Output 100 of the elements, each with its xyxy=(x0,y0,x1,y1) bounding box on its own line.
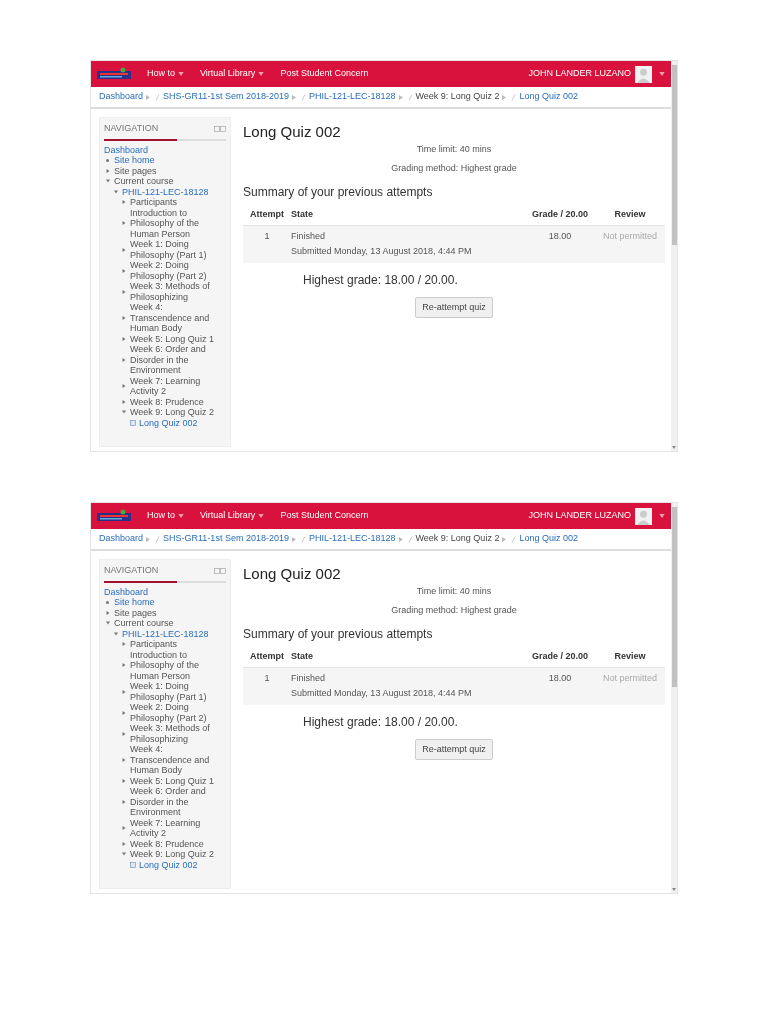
expand-icon[interactable] xyxy=(122,778,126,783)
nav-tree-item[interactable]: Week 9: Long Quiz 2 xyxy=(130,407,214,418)
nav-tree-item[interactable]: Dashboard xyxy=(104,586,149,597)
nav-tree-item[interactable]: Week 2: Doing Philosophy (Part 2) xyxy=(130,260,226,281)
table-cell: 18.00 xyxy=(525,667,595,705)
collapse-icon[interactable] xyxy=(122,410,126,415)
expand-icon[interactable] xyxy=(122,642,126,647)
column-header: Review xyxy=(595,647,665,668)
expand-icon[interactable] xyxy=(122,399,126,404)
menu-link[interactable]: Virtual Library xyxy=(200,509,265,523)
collapse-icon[interactable] xyxy=(106,179,110,184)
nav-tree-item[interactable]: Week 1: Doing Philosophy (Part 1) xyxy=(130,681,226,702)
user-name[interactable]: JOHN LANDER LUZANO xyxy=(528,509,631,523)
nav-tree-item[interactable]: Long Quiz 002 xyxy=(139,417,198,428)
breadcrumb-link[interactable]: PHIL-121-LEC-18128 xyxy=(308,90,396,104)
scroll-down-icon[interactable] xyxy=(672,446,676,449)
nav-tree-item[interactable]: Introduction to Philosophy of the Human Person xyxy=(130,207,226,239)
nav-tree-item[interactable]: Long Quiz 002 xyxy=(139,859,198,870)
column-header: Grade / 20.00 xyxy=(525,205,595,226)
expand-icon[interactable] xyxy=(122,841,126,846)
scrollbar[interactable] xyxy=(671,61,677,451)
breadcrumb-link[interactable]: Long Quiz 002 xyxy=(519,532,578,546)
expand-icon[interactable] xyxy=(122,731,126,736)
expand-icon[interactable] xyxy=(122,826,126,830)
table-cell: Not permitted xyxy=(595,225,665,263)
nav-tree-item[interactable]: Week 5: Long Quiz 1 xyxy=(130,333,214,344)
expand-icon[interactable] xyxy=(122,289,126,294)
collapse-icon[interactable] xyxy=(122,852,126,857)
nav-tree-item[interactable]: Week 4: Transcendence and Human Body xyxy=(130,302,226,334)
nav-tree-item[interactable]: Week 7: Learning Activity 2 xyxy=(130,817,226,839)
collapse-icon[interactable] xyxy=(106,621,110,626)
nav-tree-item[interactable]: PHIL-121-LEC-18128 xyxy=(122,186,209,197)
column-header: Review xyxy=(595,205,665,226)
breadcrumb-link[interactable]: Dashboard xyxy=(99,90,144,104)
nav-tree-item[interactable]: Week 7: Learning Activity 2 xyxy=(130,375,226,397)
nav-tree-item[interactable]: Dashboard xyxy=(104,144,149,155)
expand-icon[interactable] xyxy=(122,799,126,804)
nav-tree-item[interactable]: Week 5: Long Quiz 1 xyxy=(130,775,214,786)
bullet-icon xyxy=(106,600,109,604)
menu-link[interactable]: How to xyxy=(147,67,184,81)
nav-tree-item[interactable]: Week 9: Long Quiz 2 xyxy=(130,849,214,860)
column-header: State xyxy=(291,647,525,668)
breadcrumb-link[interactable]: Week 9: Long Quiz 2 xyxy=(415,90,500,104)
nav-tree-item[interactable]: Week 1: Doing Philosophy (Part 1) xyxy=(130,239,226,260)
column-header: Grade / 20.00 xyxy=(525,647,595,668)
scroll-down-icon[interactable] xyxy=(672,888,676,891)
page-title: Long Quiz 002 xyxy=(243,565,342,583)
menu-link[interactable]: Virtual Library xyxy=(200,67,265,81)
table-cell: Not permitted xyxy=(595,667,665,705)
collapse-icon[interactable] xyxy=(114,189,118,194)
expand-icon[interactable] xyxy=(122,689,126,694)
table-cell-text: Submitted Monday, 13 August 2018, 4:44 PM xyxy=(291,687,473,700)
breadcrumb-link[interactable]: Long Quiz 002 xyxy=(519,90,578,104)
reattempt-button[interactable]: Re-attempt quiz xyxy=(415,296,493,318)
nav-tree-item[interactable]: Site home xyxy=(114,155,155,166)
nav-tree-item[interactable]: Week 4: Transcendence and Human Body xyxy=(130,744,226,776)
breadcrumb-link[interactable]: Dashboard xyxy=(99,532,144,546)
menu-link[interactable]: How to xyxy=(147,509,184,523)
nav-tree-item[interactable]: Week 3: Methods of Philosophizing xyxy=(130,723,226,744)
nav-tree-item[interactable]: PHIL-121-LEC-18128 xyxy=(122,628,209,639)
nav-tree-item[interactable]: Participants xyxy=(130,197,178,208)
scrollbar[interactable] xyxy=(671,503,677,893)
expand-icon[interactable] xyxy=(122,357,126,362)
expand-icon[interactable] xyxy=(122,221,126,226)
menu-link[interactable]: Post Student Concern xyxy=(280,509,369,523)
expand-icon[interactable] xyxy=(122,268,126,273)
expand-icon[interactable] xyxy=(106,610,110,615)
expand-icon[interactable] xyxy=(122,384,126,388)
expand-icon[interactable] xyxy=(122,200,126,205)
breadcrumb-link[interactable]: PHIL-121-LEC-18128 xyxy=(308,532,396,546)
nav-tree-item[interactable]: Week 8: Prudence xyxy=(130,838,204,849)
nav-tree-item[interactable]: Week 8: Prudence xyxy=(130,396,204,407)
nav-tree-item[interactable]: Current course xyxy=(114,618,174,629)
breadcrumb-link[interactable]: SHS-GR11-1st Sem 2018-2019 xyxy=(163,90,289,104)
reattempt-button[interactable]: Re-attempt quiz xyxy=(415,738,493,760)
nav-tree-item[interactable]: Introduction to Philosophy of the Human Person xyxy=(130,649,226,681)
nav-tree-item[interactable]: Current course xyxy=(114,176,174,187)
breadcrumb-link[interactable]: Week 9: Long Quiz 2 xyxy=(415,532,500,546)
nav-tree-item[interactable]: Site pages xyxy=(114,607,157,618)
nav-tree-item[interactable]: Week 6: Order and Disorder in the Environment xyxy=(130,344,226,376)
nav-tree-item[interactable]: Week 6: Order and Disorder in the Environment xyxy=(130,786,226,818)
nav-tree-item[interactable]: Site home xyxy=(114,597,155,608)
collapse-icon[interactable] xyxy=(114,631,118,636)
nav-tree-item[interactable]: Week 3: Methods of Philosophizing xyxy=(130,281,226,302)
expand-icon[interactable] xyxy=(106,168,110,173)
menu-link[interactable]: Post Student Concern xyxy=(280,67,369,81)
user-name[interactable]: JOHN LANDER LUZANO xyxy=(528,67,631,81)
expand-icon[interactable] xyxy=(122,247,126,252)
expand-icon[interactable] xyxy=(122,757,126,762)
nav-tree-item[interactable]: Site pages xyxy=(114,165,157,176)
quiz-info: Time limit: 40 mins xyxy=(416,585,492,598)
avatar-icon[interactable] xyxy=(635,65,652,83)
expand-icon[interactable] xyxy=(122,663,126,668)
avatar-icon[interactable] xyxy=(635,507,652,525)
expand-icon[interactable] xyxy=(122,315,126,320)
breadcrumb-link[interactable]: SHS-GR11-1st Sem 2018-2019 xyxy=(163,532,289,546)
expand-icon[interactable] xyxy=(122,336,126,341)
nav-tree-item[interactable]: Participants xyxy=(130,639,178,650)
nav-tree-item[interactable]: Week 2: Doing Philosophy (Part 2) xyxy=(130,702,226,723)
expand-icon[interactable] xyxy=(122,710,126,715)
